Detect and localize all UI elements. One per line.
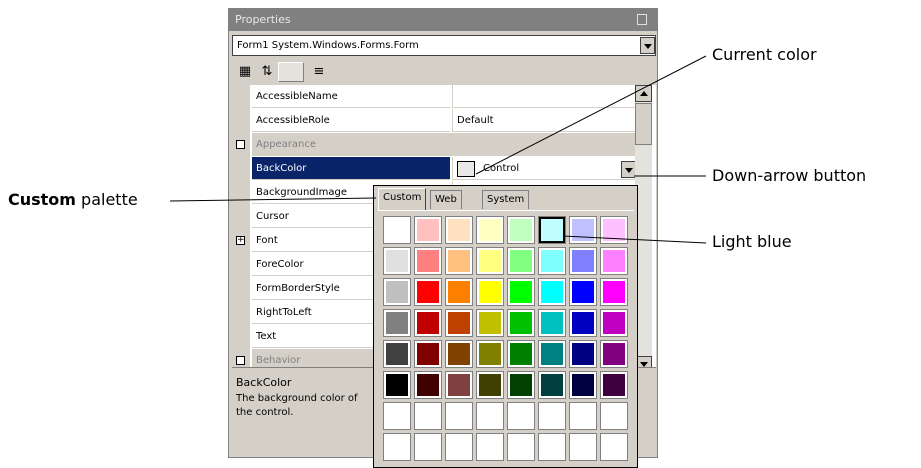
label-light-blue: Light blue xyxy=(712,232,792,251)
line-light-blue xyxy=(562,235,707,244)
label-custom-bold: Custom xyxy=(8,190,76,209)
label-down-arrow: Down-arrow button xyxy=(712,166,867,185)
label-current-color: Current color xyxy=(712,45,817,64)
line-custom-palette xyxy=(169,197,377,202)
tab-custom[interactable]: Custom xyxy=(378,188,427,210)
label-custom-palette: Custom palette xyxy=(8,190,138,209)
label-custom-rest: palette xyxy=(75,190,138,209)
line-current-color xyxy=(475,55,707,175)
